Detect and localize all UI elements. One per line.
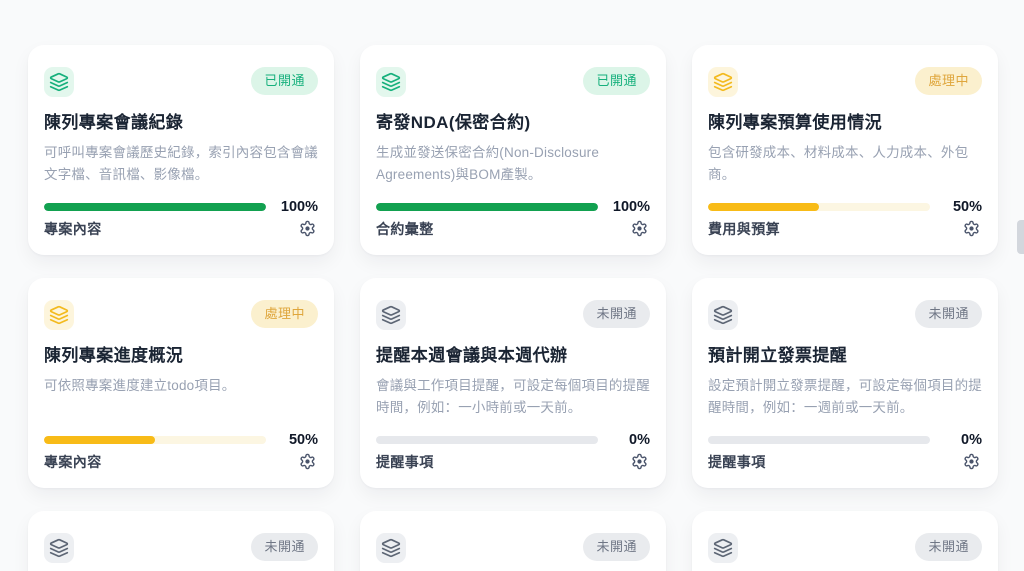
- card-description: 可依照專案進度建立todo項目。: [44, 378, 236, 393]
- layers-icon: [708, 533, 738, 563]
- card-header: 處理中: [44, 300, 318, 330]
- progress-percent: 50%: [952, 199, 982, 215]
- progress-bar: [376, 436, 598, 444]
- category-label: 專案內容: [44, 453, 102, 470]
- card-footer: 專案內容: [44, 451, 318, 472]
- progress-bar: [376, 203, 598, 211]
- progress-row: 0%: [708, 432, 982, 448]
- card-footer: 費用與預算: [708, 218, 982, 239]
- card-header: 已開通: [376, 67, 650, 97]
- card-header: 未開通: [376, 300, 650, 330]
- feature-card: 處理中 陳列專案進度概況 可依照專案進度建立todo項目。 50% 專案內容: [28, 278, 334, 488]
- progress-bar: [708, 436, 930, 444]
- progress-bar-fill: [708, 203, 819, 211]
- card-footer: 專案內容: [44, 218, 318, 239]
- layers-icon: [376, 67, 406, 97]
- card-title: 預計開立發票提醒: [708, 346, 848, 365]
- card-description: 會議與工作項目提醒，可設定每個項目的提醒時間，例如：一小時前或一天前。: [376, 378, 650, 415]
- layers-icon: [44, 533, 74, 563]
- feature-card-partial: 未開通: [692, 511, 998, 571]
- feature-card-grid: 已開通 陳列專案會議紀錄 可呼叫專案會議歷史紀錄，索引內容包含會議文字檔、音訊檔…: [28, 45, 998, 571]
- settings-gear-icon[interactable]: [961, 451, 982, 472]
- card-description: 可呼叫專案會議歷史紀錄，索引內容包含會議文字檔、音訊檔、影像檔。: [44, 145, 318, 182]
- progress-bar: [44, 203, 266, 211]
- card-footer: 提醒事項: [708, 451, 982, 472]
- card-header: 未開通: [708, 300, 982, 330]
- category-label: 提醒事項: [376, 453, 434, 470]
- card-header: 已開通: [44, 67, 318, 97]
- card-description: 包含研發成本、材料成本、人力成本、外包商。: [708, 145, 969, 182]
- status-badge: 未開通: [915, 300, 982, 328]
- feature-card: 已開通 寄發NDA(保密合約) 生成並發送保密合約(Non-Disclosure…: [360, 45, 666, 255]
- progress-percent: 100%: [280, 199, 318, 215]
- layers-icon: [376, 533, 406, 563]
- card-footer: 提醒事項: [376, 451, 650, 472]
- layers-icon: [44, 67, 74, 97]
- card-title: 寄發NDA(保密合約): [376, 113, 531, 132]
- settings-gear-icon[interactable]: [629, 218, 650, 239]
- feature-card: 未開通 預計開立發票提醒 設定預計開立發票提醒，可設定每個項目的提醒時間，例如：…: [692, 278, 998, 488]
- card-header: 未開通: [376, 533, 650, 563]
- feature-card: 未開通 提醒本週會議與本週代辦 會議與工作項目提醒，可設定每個項目的提醒時間，例…: [360, 278, 666, 488]
- progress-bar-fill: [44, 203, 266, 211]
- status-badge: 未開通: [583, 533, 650, 561]
- progress-row: 50%: [44, 432, 318, 448]
- card-title: 陳列專案進度概況: [44, 346, 184, 365]
- progress-row: 50%: [708, 199, 982, 215]
- progress-bar-fill: [376, 203, 598, 211]
- progress-bar-fill: [44, 436, 155, 444]
- progress-row: 100%: [44, 199, 318, 215]
- status-badge: 已開通: [251, 67, 318, 95]
- category-label: 合約彙整: [376, 220, 434, 237]
- progress-percent: 0%: [961, 432, 982, 448]
- progress-row: 100%: [376, 199, 650, 215]
- status-badge: 處理中: [915, 67, 982, 95]
- progress-percent: 0%: [629, 432, 650, 448]
- settings-gear-icon[interactable]: [297, 218, 318, 239]
- card-header: 未開通: [44, 533, 318, 563]
- progress-bar: [708, 203, 930, 211]
- layers-icon: [376, 300, 406, 330]
- card-header: 未開通: [708, 533, 982, 563]
- feature-card: 已開通 陳列專案會議紀錄 可呼叫專案會議歷史紀錄，索引內容包含會議文字檔、音訊檔…: [28, 45, 334, 255]
- card-description: 生成並發送保密合約(Non-Disclosure Agreements)與BOM…: [376, 145, 600, 182]
- layers-icon: [708, 67, 738, 97]
- feature-card-partial: 未開通: [28, 511, 334, 571]
- progress-percent: 100%: [612, 199, 650, 215]
- settings-gear-icon[interactable]: [961, 218, 982, 239]
- category-label: 提醒事項: [708, 453, 766, 470]
- layers-icon: [44, 300, 74, 330]
- card-title: 提醒本週會議與本週代辦: [376, 346, 568, 365]
- category-label: 費用與預算: [708, 220, 780, 237]
- card-header: 處理中: [708, 67, 982, 97]
- card-title: 陳列專案預算使用情況: [708, 113, 882, 132]
- progress-percent: 50%: [288, 432, 318, 448]
- feature-card-partial: 未開通: [360, 511, 666, 571]
- status-badge: 未開通: [583, 300, 650, 328]
- status-badge: 未開通: [251, 533, 318, 561]
- scrollbar-thumb[interactable]: [1017, 220, 1024, 254]
- progress-bar: [44, 436, 266, 444]
- layers-icon: [708, 300, 738, 330]
- progress-row: 0%: [376, 432, 650, 448]
- card-description: 設定預計開立發票提醒，可設定每個項目的提醒時間，例如：一週前或一天前。: [708, 378, 982, 415]
- card-footer: 合約彙整: [376, 218, 650, 239]
- status-badge: 已開通: [583, 67, 650, 95]
- category-label: 專案內容: [44, 220, 102, 237]
- card-title: 陳列專案會議紀錄: [44, 113, 184, 132]
- feature-card: 處理中 陳列專案預算使用情況 包含研發成本、材料成本、人力成本、外包商。 50%…: [692, 45, 998, 255]
- status-badge: 未開通: [915, 533, 982, 561]
- status-badge: 處理中: [251, 300, 318, 328]
- settings-gear-icon[interactable]: [297, 451, 318, 472]
- settings-gear-icon[interactable]: [629, 451, 650, 472]
